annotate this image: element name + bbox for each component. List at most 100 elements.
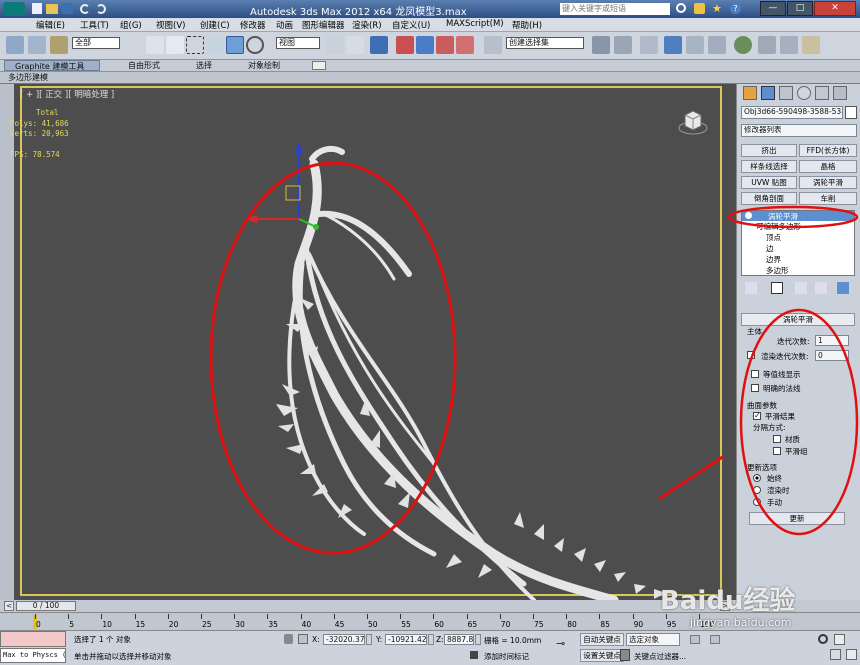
selection-lock-icon[interactable] xyxy=(284,634,293,644)
rotate-icon[interactable] xyxy=(246,36,264,54)
y-spinner[interactable] xyxy=(428,634,434,645)
field-of-view-icon[interactable] xyxy=(830,649,841,660)
time-slider-thumb[interactable]: 0 / 100 xyxy=(16,601,76,611)
auto-key-button[interactable]: 自动关键点 xyxy=(580,633,624,646)
maxscript-listener-field[interactable] xyxy=(0,631,66,647)
ribbon-tab-selection[interactable]: 选择 xyxy=(196,60,212,71)
ribbon-options-icon[interactable] xyxy=(312,61,326,70)
go-to-start-icon[interactable] xyxy=(690,635,700,644)
menu-help[interactable]: 帮助(H) xyxy=(512,19,542,31)
menu-create[interactable]: 创建(C) xyxy=(200,19,230,31)
material-editor-icon[interactable] xyxy=(734,36,752,54)
key-mode-icon[interactable] xyxy=(620,649,630,661)
show-end-result-icon[interactable] xyxy=(771,282,783,294)
absolute-mode-icon[interactable] xyxy=(298,634,308,644)
curve-editor-icon[interactable] xyxy=(686,36,704,54)
mirror-icon[interactable] xyxy=(592,36,610,54)
named-selection-dropdown[interactable]: 创建选择集 xyxy=(506,37,584,49)
stack-item-vertex[interactable]: 顶点 xyxy=(766,232,781,243)
set-key-icon[interactable]: ⊸ xyxy=(556,638,574,649)
object-color-swatch[interactable] xyxy=(845,106,857,119)
remove-modifier-icon[interactable] xyxy=(815,282,827,294)
object-name-field[interactable]: Obj3d66-590498-3588-538 xyxy=(741,106,843,119)
unlink-icon[interactable] xyxy=(28,36,46,54)
subscription-icon[interactable] xyxy=(694,3,705,14)
x-spinner[interactable] xyxy=(366,634,372,645)
display-tab-icon[interactable] xyxy=(815,86,829,100)
ribbon-tab-object-paint[interactable]: 对象绘制 xyxy=(248,60,280,71)
menu-tools[interactable]: 工具(T) xyxy=(80,19,109,31)
snaps-toggle-icon[interactable] xyxy=(396,36,414,54)
render-setup-icon[interactable] xyxy=(758,36,776,54)
modifier-list-dropdown[interactable]: 修改器列表 xyxy=(741,124,857,137)
perspective-viewport[interactable]: [ + ][ 正交 ][ 明暗处理 ] Total Polys: 41,686 … xyxy=(10,84,736,600)
time-tag-icon[interactable] xyxy=(470,651,478,659)
minimize-button[interactable]: — xyxy=(760,1,786,16)
modify-tab-icon[interactable] xyxy=(761,86,775,100)
layer-manager-icon[interactable] xyxy=(640,36,658,54)
quick-access-save-icon[interactable] xyxy=(62,3,73,14)
menu-edit[interactable]: 编辑(E) xyxy=(36,19,65,31)
menu-animation[interactable]: 动画 xyxy=(276,19,293,31)
bind-spacewarp-icon[interactable] xyxy=(50,36,68,54)
keyboard-shortcut-icon[interactable] xyxy=(370,36,388,54)
menu-group[interactable]: 组(G) xyxy=(120,19,142,31)
render-production-icon[interactable] xyxy=(802,36,820,54)
select-object-icon[interactable] xyxy=(146,36,164,54)
close-button[interactable]: ✕ xyxy=(814,1,856,16)
stack-item-edge[interactable]: 边 xyxy=(766,243,774,254)
extrude-button[interactable]: 挤出 xyxy=(741,144,797,157)
y-coord-field[interactable]: -10921.42 xyxy=(385,634,427,645)
rectangular-selection-icon[interactable] xyxy=(186,36,204,54)
spinner-snap-icon[interactable] xyxy=(456,36,474,54)
x-coord-field[interactable]: -32020.37 xyxy=(323,634,365,645)
window-crossing-icon[interactable] xyxy=(206,36,224,54)
key-filters-button[interactable]: 关键点过滤器... xyxy=(634,651,686,662)
uvw-map-button[interactable]: UVW 贴图 xyxy=(741,176,797,189)
move-icon[interactable] xyxy=(226,36,244,54)
search-icon[interactable] xyxy=(676,3,686,13)
rendered-frame-icon[interactable] xyxy=(780,36,798,54)
menu-maxscript[interactable]: MAXScript(M) xyxy=(446,19,504,29)
key-selection-dropdown[interactable]: 选定对象 xyxy=(626,633,680,646)
align-icon[interactable] xyxy=(614,36,632,54)
ffd-box-button[interactable]: FFD(长方体) xyxy=(799,144,857,157)
menu-customize[interactable]: 自定义(U) xyxy=(392,19,430,31)
create-tab-icon[interactable] xyxy=(743,86,757,100)
ribbon-sub-label[interactable]: 多边形建模 xyxy=(8,72,48,83)
zoom-all-icon[interactable] xyxy=(834,634,845,645)
pin-stack-icon[interactable] xyxy=(745,282,757,294)
select-manipulate-icon[interactable] xyxy=(346,36,364,54)
stack-item-border[interactable]: 边界 xyxy=(766,254,781,265)
turbosmooth-button[interactable]: 涡轮平滑 xyxy=(799,176,857,189)
ribbon-tab-graphite[interactable]: Graphite 建模工具 xyxy=(4,60,100,71)
menu-rendering[interactable]: 渲染(R) xyxy=(352,19,382,31)
make-unique-icon[interactable] xyxy=(795,282,807,294)
pivot-center-icon[interactable] xyxy=(326,36,344,54)
maxscript-mini-field[interactable]: Max to Physcs ( xyxy=(0,648,66,663)
hierarchy-tab-icon[interactable] xyxy=(779,86,793,100)
selection-filter-dropdown[interactable]: 全部 xyxy=(72,37,120,49)
spline-select-button[interactable]: 样条线选择 xyxy=(741,160,797,173)
play-icon[interactable] xyxy=(710,635,720,644)
ribbon-tab-freeform[interactable]: 自由形式 xyxy=(128,60,160,71)
menu-graph-editors[interactable]: 图形编辑器 xyxy=(302,19,345,31)
set-key-button[interactable]: 设置关键点 xyxy=(580,649,624,662)
search-box[interactable]: 键入关键字或短语 xyxy=(560,3,670,15)
quick-access-open-icon[interactable] xyxy=(46,4,58,14)
z-spinner[interactable] xyxy=(475,634,481,645)
select-by-name-icon[interactable] xyxy=(166,36,184,54)
menu-modifiers[interactable]: 修改器 xyxy=(240,19,266,31)
maximize-viewport-icon[interactable] xyxy=(846,649,857,660)
zoom-icon[interactable] xyxy=(818,634,828,644)
quick-access-redo-icon[interactable] xyxy=(96,4,106,14)
reference-coord-dropdown[interactable]: 视图 xyxy=(276,37,320,49)
help-icon[interactable]: ? xyxy=(730,3,741,14)
motion-tab-icon[interactable] xyxy=(797,86,811,100)
time-slider-prev[interactable]: < xyxy=(4,601,14,611)
quick-access-new-icon[interactable] xyxy=(32,3,42,14)
schematic-view-icon[interactable] xyxy=(708,36,726,54)
edit-named-selection-icon[interactable] xyxy=(484,36,502,54)
app-logo-icon[interactable] xyxy=(3,2,25,16)
z-coord-field[interactable]: 8887.843m xyxy=(444,634,474,645)
